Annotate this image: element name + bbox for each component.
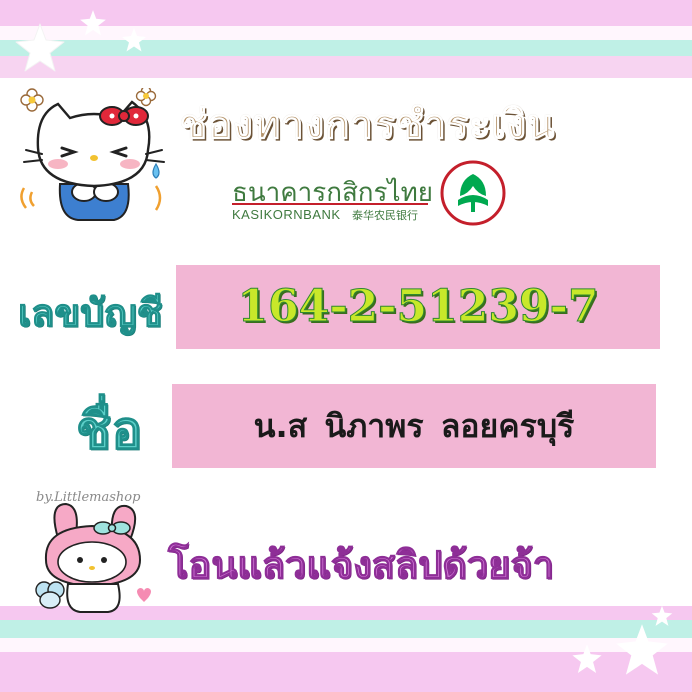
top-stripe-pink-2 [0, 56, 692, 78]
kasikornbank-logo-icon [440, 160, 506, 226]
bank-name-english: KASIKORNBANK [232, 207, 341, 222]
star-icon [122, 28, 146, 52]
star-icon [616, 624, 668, 675]
star-icon [15, 23, 65, 72]
bottom-stripe-mint [0, 620, 692, 638]
star-icon [651, 605, 673, 626]
account-name: น.ส นิภาพร ลอยครบุรี [253, 407, 575, 445]
bunny-character-icon [35, 502, 151, 613]
bank-name-chinese: 泰华农民银行 [352, 209, 418, 222]
account-number-label: เลขบัญชี [18, 291, 164, 336]
transfer-instruction: โอนแล้วแจ้งสลิปด้วยจ้า [167, 543, 555, 588]
bank-divider [232, 203, 428, 205]
star-icon [80, 10, 106, 36]
payment-card: ช่องทางการชำระเงิน ธนาคารกสิกรไทย KASIKO… [0, 0, 692, 692]
top-stripe-mint [0, 40, 692, 56]
account-number: 164-2-51239-7 [237, 281, 599, 333]
account-name-label: ชื่อ [76, 401, 144, 462]
cat-character-icon [20, 88, 165, 221]
star-icon [572, 644, 602, 673]
page-title: ช่องทางการชำระเงิน [179, 102, 556, 149]
